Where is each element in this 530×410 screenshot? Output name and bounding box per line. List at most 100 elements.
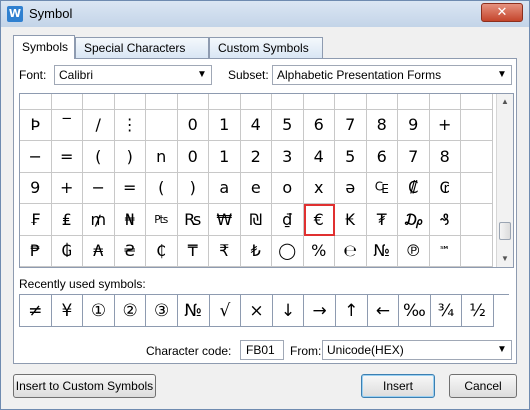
scroll-up-icon[interactable]: ▲: [497, 94, 513, 110]
symbol-cell[interactable]: ₯: [398, 204, 430, 236]
symbol-cell[interactable]: (: [146, 172, 178, 204]
symbol-cell[interactable]: 1: [209, 141, 241, 173]
symbol-cell[interactable]: 7: [335, 109, 367, 141]
symbol-cell[interactable]: ₡: [398, 172, 430, 204]
symbol-cell[interactable]: ₸: [177, 235, 209, 267]
symbol-cell[interactable]: 9: [20, 172, 52, 204]
symbol-cell[interactable]: ₺: [240, 235, 272, 267]
recent-symbol-cell[interactable]: ②: [114, 295, 147, 327]
symbol-cell[interactable]: [272, 94, 304, 110]
from-select[interactable]: Unicode(HEX) ▼: [322, 340, 512, 360]
symbol-cell[interactable]: ə: [335, 172, 367, 204]
symbol-cell[interactable]: 6: [303, 109, 335, 141]
symbol-cell[interactable]: +: [429, 109, 461, 141]
symbol-cell[interactable]: ”: [20, 94, 52, 110]
symbol-cell[interactable]: ₲: [51, 235, 83, 267]
recent-symbol-cell[interactable]: ≠: [20, 295, 52, 327]
recent-symbol-cell[interactable]: ‰: [399, 295, 431, 327]
symbol-cell[interactable]: a: [209, 172, 241, 204]
symbol-cell[interactable]: ₰: [429, 204, 461, 236]
insert-to-custom-symbols-button[interactable]: Insert to Custom Symbols: [13, 374, 156, 398]
symbol-cell[interactable]: ₦: [114, 204, 146, 236]
recent-symbol-cell[interactable]: ×: [241, 295, 273, 327]
symbol-cell[interactable]: ₩: [209, 204, 241, 236]
symbol-cell[interactable]: [461, 109, 493, 141]
symbol-cell[interactable]: ‾: [51, 109, 83, 141]
symbol-cell[interactable]: [461, 94, 493, 110]
symbol-cell[interactable]: ₹: [209, 235, 241, 267]
recent-symbol-cell[interactable]: ③: [146, 295, 178, 327]
symbol-cell[interactable]: 8: [429, 141, 461, 173]
symbol-cell[interactable]: 5: [272, 109, 304, 141]
symbol-cell[interactable]: ₪: [240, 204, 272, 236]
symbol-cell[interactable]: −: [83, 172, 115, 204]
symbol-cell[interactable]: [209, 94, 241, 110]
symbol-cell[interactable]: ℗: [398, 235, 430, 267]
symbol-cell[interactable]: 9: [398, 109, 430, 141]
symbol-cell[interactable]: 7: [398, 141, 430, 173]
symbol-cell[interactable]: Þ: [20, 109, 52, 141]
symbol-cell[interactable]: [83, 94, 115, 110]
symbol-cell[interactable]: ₭: [335, 204, 367, 236]
symbol-cell[interactable]: №: [366, 235, 398, 267]
symbol-cell[interactable]: ₴: [114, 235, 146, 267]
symbol-cell[interactable]: (: [83, 141, 115, 173]
symbol-cell[interactable]: [51, 94, 83, 110]
symbol-cell[interactable]: ₨: [177, 204, 209, 236]
insert-button[interactable]: Insert: [361, 374, 435, 398]
symbol-cell[interactable]: x: [303, 172, 335, 204]
symbol-cell[interactable]: ₧: [146, 204, 178, 236]
tab-special-characters[interactable]: Special Characters: [75, 37, 209, 58]
symbol-cell[interactable]: 4: [240, 109, 272, 141]
font-select[interactable]: Calibri ▼: [54, 65, 212, 85]
symbol-cell[interactable]: 4: [303, 141, 335, 173]
symbol-cell[interactable]: 1: [209, 109, 241, 141]
symbol-cell[interactable]: ⋮: [114, 109, 146, 141]
symbol-cell[interactable]: ₳: [83, 235, 115, 267]
recent-symbol-cell[interactable]: ①: [83, 295, 115, 327]
symbol-cell[interactable]: ₠: [366, 172, 398, 204]
recent-symbol-cell[interactable]: ↑: [335, 295, 368, 327]
cancel-button[interactable]: Cancel: [449, 374, 517, 398]
symbol-cell[interactable]: [303, 94, 335, 110]
symbol-cell[interactable]: /: [83, 109, 115, 141]
symbol-cell[interactable]: ℠: [429, 235, 461, 267]
symbol-cell[interactable]: [177, 94, 209, 110]
symbol-cell[interactable]: ₣: [20, 204, 52, 236]
symbol-cell[interactable]: [461, 172, 493, 204]
recent-symbol-cell[interactable]: ½: [462, 295, 494, 327]
symbol-cell-selected[interactable]: €: [303, 204, 335, 236]
recent-symbol-cell[interactable]: ↓: [272, 295, 305, 327]
subset-select[interactable]: Alphabetic Presentation Forms ▼: [272, 65, 512, 85]
symbol-cell[interactable]: e: [240, 172, 272, 204]
symbol-cell[interactable]: [146, 94, 178, 110]
symbol-cell[interactable]: 0: [177, 109, 209, 141]
scroll-down-icon[interactable]: ▼: [497, 251, 513, 267]
symbol-cell[interactable]: n: [146, 141, 178, 173]
grid-scrollbar[interactable]: ▲ ▼: [496, 94, 513, 267]
recent-symbol-cell[interactable]: ¾: [430, 295, 463, 327]
recent-symbol-cell[interactable]: →: [304, 295, 336, 327]
symbol-cell[interactable]: %: [303, 235, 335, 267]
symbol-cell[interactable]: −: [20, 141, 52, 173]
symbol-cell[interactable]: =: [51, 141, 83, 173]
symbol-cell[interactable]: ₤: [51, 204, 83, 236]
symbol-cell[interactable]: ): [114, 141, 146, 173]
symbol-cell[interactable]: [461, 204, 493, 236]
symbol-cell[interactable]: ₱: [20, 235, 52, 267]
symbol-cell[interactable]: ): [177, 172, 209, 204]
symbol-cell[interactable]: [335, 94, 367, 110]
symbol-cell[interactable]: [146, 109, 178, 141]
close-button[interactable]: ✕: [481, 3, 523, 22]
recent-symbol-cell[interactable]: ¥: [51, 295, 84, 327]
tab-symbols[interactable]: Symbols: [13, 35, 75, 59]
symbol-cell[interactable]: o: [272, 172, 304, 204]
symbol-cell[interactable]: ₥: [83, 204, 115, 236]
symbol-cell[interactable]: [240, 94, 272, 110]
symbol-cell[interactable]: +: [51, 172, 83, 204]
symbol-cell[interactable]: ₵: [146, 235, 178, 267]
symbol-cell[interactable]: 3: [272, 141, 304, 173]
symbol-cell[interactable]: =: [114, 172, 146, 204]
symbol-cell[interactable]: ₫: [272, 204, 304, 236]
symbol-cell[interactable]: ◯: [272, 235, 304, 267]
